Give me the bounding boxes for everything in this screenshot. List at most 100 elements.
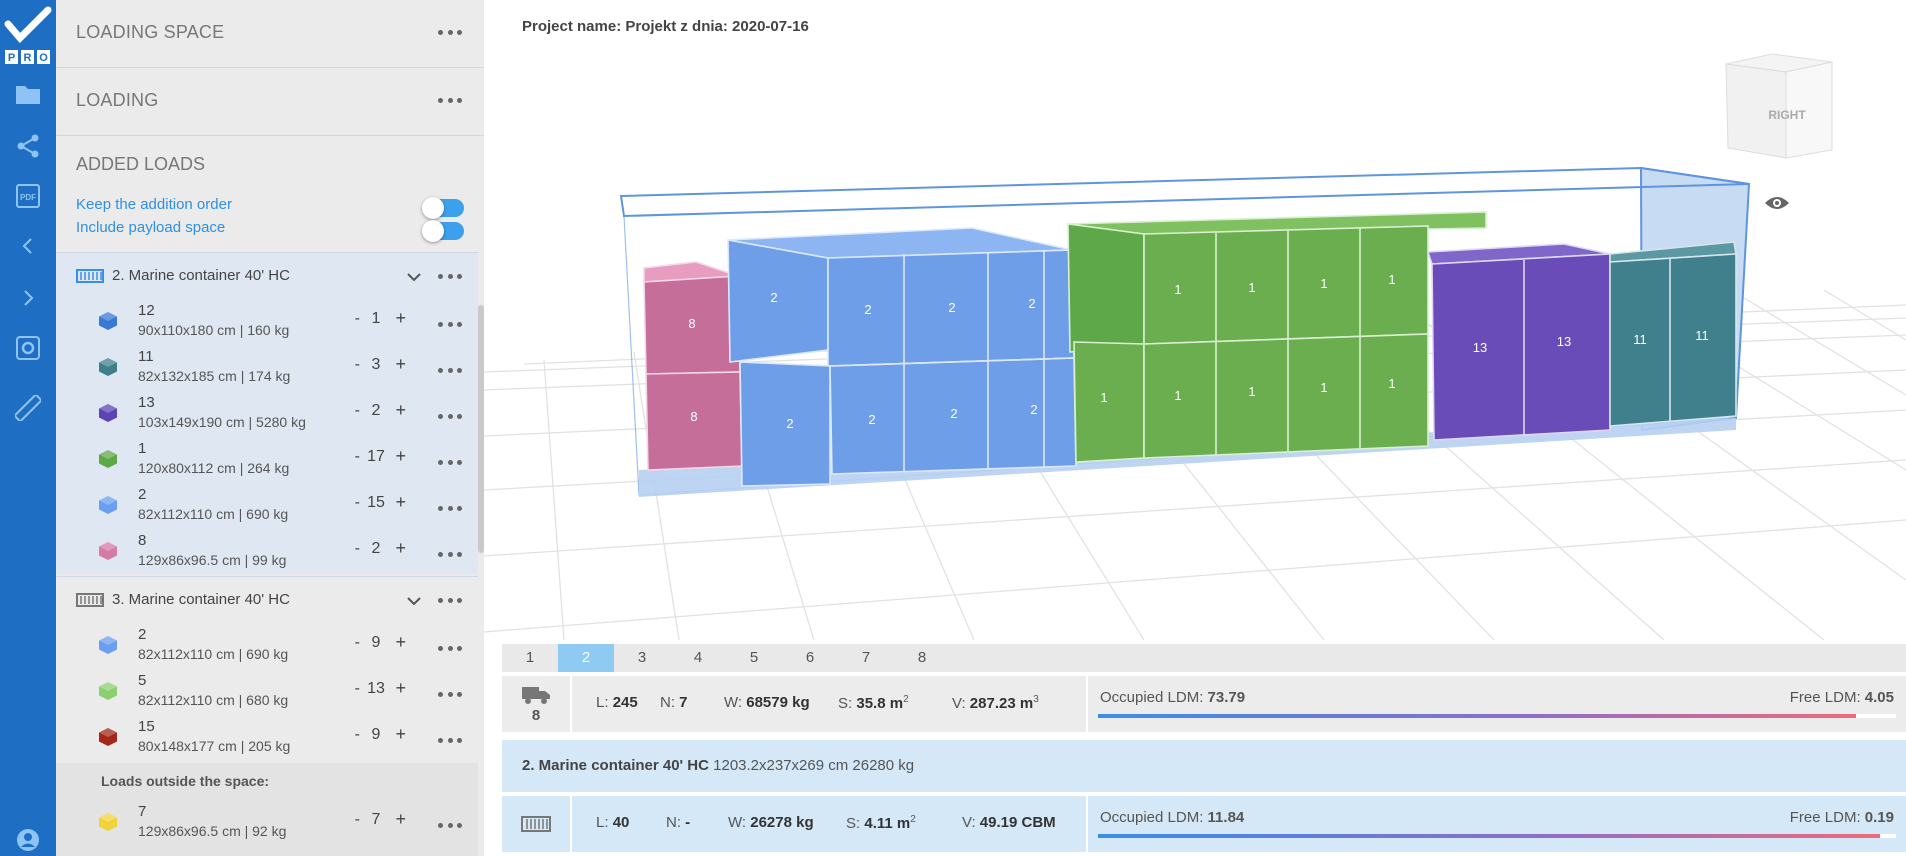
page-tab-1[interactable]: 1 [502,644,558,672]
load-item[interactable]: 2 82x112x110 cm | 690 kg -15 + [56,482,478,528]
pdf-icon[interactable]: PDF [0,176,56,216]
load-item[interactable]: 12 90x110x180 cm | 160 kg -1 + [56,298,478,344]
truck-icon [522,686,550,704]
share-icon[interactable] [0,126,56,166]
load-quantity[interactable]: 2 [362,402,390,420]
page-tab-3[interactable]: 3 [614,644,670,672]
load-menu-button[interactable] [438,684,462,704]
keep-order-toggle[interactable] [422,197,464,219]
container-menu-button[interactable] [438,590,462,610]
decrease-button[interactable]: - [355,540,360,558]
page-tab-4[interactable]: 4 [670,644,726,672]
loading-menu-button[interactable] [438,90,462,110]
loading-section[interactable]: LOADING [56,68,484,136]
load-quantity[interactable]: 7 [362,811,390,829]
purple-box-label: 13 [1473,340,1487,355]
chevron-right-icon[interactable] [0,278,56,318]
icon-rail: P R O PDF [0,0,56,856]
load-menu-button[interactable] [438,360,462,380]
decrease-button[interactable]: - [355,356,360,374]
3d-scene[interactable]: 8 8 2 2 2 2 2 2 2 2 1 1 1 1 1 1 1 1 1 13… [484,0,1906,640]
increase-button[interactable]: + [395,724,406,745]
loading-space-title: LOADING SPACE [76,22,225,42]
load-menu-button[interactable] [438,730,462,750]
load-name: 2 [138,626,147,643]
cube-icon [98,403,118,428]
decrease-button[interactable]: - [355,634,360,652]
user-icon[interactable] [0,820,56,856]
loading-space-menu-button[interactable] [438,22,462,42]
increase-button[interactable]: + [395,492,406,513]
load-menu-button[interactable] [438,498,462,518]
container-header[interactable]: 2. Marine container 40' HC [56,252,478,298]
page-tab-6[interactable]: 6 [782,644,838,672]
decrease-button[interactable]: - [355,310,360,328]
load-menu-button[interactable] [438,452,462,472]
load-item[interactable]: 15 80x148x177 cm | 205 kg -9 + [56,714,478,760]
increase-button[interactable]: + [395,538,406,559]
container-group: 2. Marine container 40' HC 12 90x110x180 c… [56,252,478,574]
added-loads-title: ADDED LOADS [76,154,206,174]
decrease-button[interactable]: - [355,680,360,698]
load-quantity[interactable]: 9 [362,634,390,652]
load-menu-button[interactable] [438,314,462,334]
blue-box-label: 2 [868,412,875,427]
loading-title: LOADING [76,90,159,110]
page-tab-8[interactable]: 8 [894,644,950,672]
folder-icon[interactable] [0,74,56,114]
loading-space-section[interactable]: LOADING SPACE [56,0,484,68]
load-quantity[interactable]: 15 [362,494,390,512]
view-cube[interactable] [1725,53,1833,159]
load-menu-button[interactable] [438,638,462,658]
increase-button[interactable]: + [395,446,406,467]
cube-icon [98,681,118,706]
decrease-button[interactable]: - [355,494,360,512]
page-tab-7[interactable]: 7 [838,644,894,672]
load-item[interactable]: 5 82x112x110 cm | 680 kg -13 + [56,668,478,714]
load-quantity[interactable]: 13 [362,680,390,698]
load-item[interactable]: 13 103x149x190 cm | 5280 kg -2 + [56,390,478,436]
decrease-button[interactable]: - [355,726,360,744]
ruler-icon[interactable] [0,388,56,428]
summary-ldm: Occupied LDM: 73.79 Free LDM: 4.05 [1086,676,1906,732]
increase-button[interactable]: + [395,400,406,421]
eye-icon[interactable] [1764,193,1790,218]
increase-button[interactable]: + [395,354,406,375]
load-quantity[interactable]: 2 [362,540,390,558]
increase-button[interactable]: + [395,308,406,329]
load-item[interactable]: 1 120x80x112 cm | 264 kg -17 + [56,436,478,482]
increase-button[interactable]: + [395,809,406,830]
load-item[interactable]: 11 82x132x185 cm | 174 kg -3 + [56,344,478,390]
summary-w: W: 68579 kg [724,694,810,711]
chevron-down-icon[interactable] [406,593,422,611]
payload-toggle[interactable] [422,220,464,242]
increase-button[interactable]: + [395,632,406,653]
project-name: Project name: Projekt z dnia: 2020-07-16 [522,18,809,35]
load-quantity[interactable]: 1 [362,310,390,328]
load-menu-button[interactable] [438,815,462,835]
load-item[interactable]: 2 82x112x110 cm | 690 kg -9 + [56,622,478,668]
page-tab-2[interactable]: 2 [558,644,614,672]
load-quantity[interactable]: 3 [362,356,390,374]
chevron-left-icon[interactable] [0,226,56,266]
decrease-button[interactable]: - [355,811,360,829]
container-header[interactable]: 3. Marine container 40' HC [56,576,478,622]
page-tab-5[interactable]: 5 [726,644,782,672]
pink-boxes [643,261,743,471]
load-name: 8 [138,532,147,549]
view-cube-label: RIGHT [1768,108,1806,122]
chevron-down-icon[interactable] [406,269,422,287]
increase-button[interactable]: + [395,678,406,699]
app-logo[interactable]: P R O [4,6,52,64]
container-group: 3. Marine container 40' HC 2 82x112x110 cm… [56,576,478,760]
load-item[interactable]: 7 129x86x96.5 cm | 92 kg -7 + [56,799,478,845]
decrease-button[interactable]: - [355,448,360,466]
load-item[interactable]: 8 129x86x96.5 cm | 99 kg -2 + [56,528,478,574]
settings-icon[interactable] [0,328,56,368]
load-quantity[interactable]: 17 [362,448,390,466]
load-quantity[interactable]: 9 [362,726,390,744]
decrease-button[interactable]: - [355,402,360,420]
load-menu-button[interactable] [438,406,462,426]
load-menu-button[interactable] [438,544,462,564]
container-menu-button[interactable] [438,266,462,286]
